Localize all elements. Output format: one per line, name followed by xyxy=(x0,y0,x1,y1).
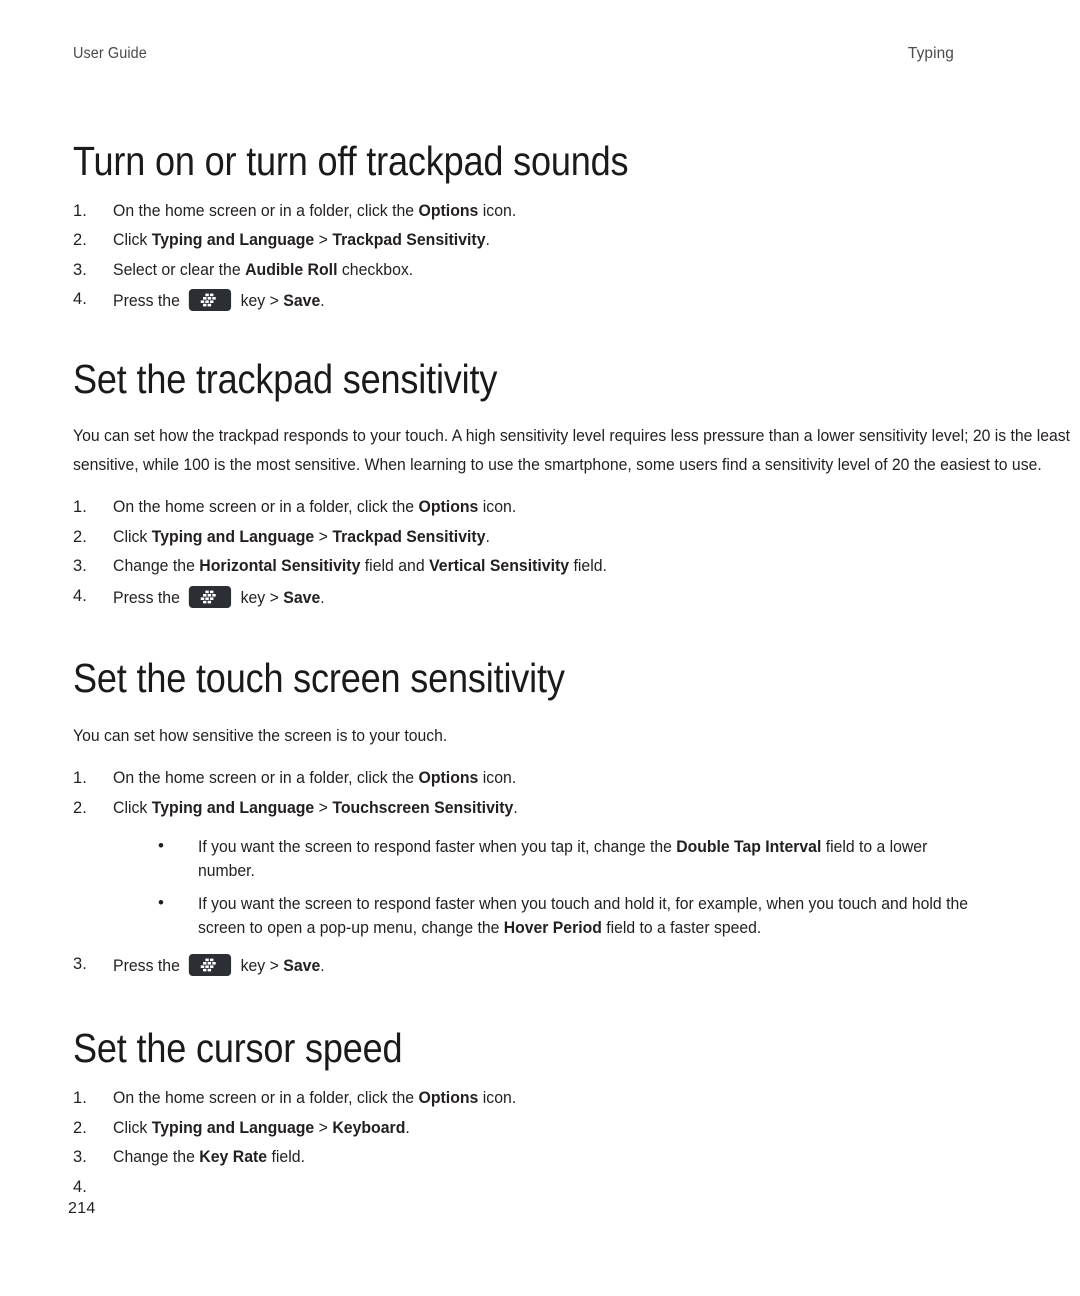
step-item xyxy=(73,1177,1021,1198)
step-item: On the home screen or in a folder, click… xyxy=(73,497,1021,518)
section-heading: Set the touch screen sensitivity xyxy=(73,655,565,702)
step-list: On the home screen or in a folder, click… xyxy=(73,1088,1021,1198)
step-text: On the home screen or in a folder, click… xyxy=(113,1089,517,1107)
step-text: On the home screen or in a folder, click… xyxy=(113,201,517,220)
step-text: Press the key > Save. xyxy=(113,953,325,977)
step-item: On the home screen or in a folder, click… xyxy=(73,1088,1021,1109)
blackberry-menu-key-icon xyxy=(189,289,232,312)
document-section: Set the cursor speed On the home screen o… xyxy=(73,985,1021,1197)
running-header: User Guide Typing xyxy=(73,45,954,67)
section-heading: Set the trackpad sensitivity xyxy=(73,355,498,402)
blackberry-menu-key-icon xyxy=(189,585,232,608)
step-text: Click Typing and Language > Touchscreen … xyxy=(113,798,518,817)
step-item: Click Typing and Language > Trackpad Sen… xyxy=(73,527,1021,548)
document-page: User Guide Typing Turn on or turn off tr… xyxy=(0,0,1080,1296)
step-text: Click Typing and Language > Keyboard. xyxy=(113,1118,410,1137)
step-item: Select or clear the Audible Roll checkbo… xyxy=(73,260,1021,281)
step-text: Press the key > Save. xyxy=(113,585,325,609)
step-text: On the home screen or in a folder, click… xyxy=(113,769,517,788)
step-item: On the home screen or in a folder, click… xyxy=(73,768,1021,789)
step-item: Press the key > Save. xyxy=(73,585,1021,609)
step-text: Click Typing and Language > Trackpad Sen… xyxy=(113,231,490,250)
sub-bullet-text: If you want the screen to respond faster… xyxy=(198,837,928,880)
step-item: Click Typing and Language > Touchscreen … xyxy=(73,798,1021,940)
section-heading: Turn on or turn off trackpad sounds xyxy=(73,138,629,184)
step-item: Change the Horizontal Sensitivity field … xyxy=(73,556,1021,577)
step-list: On the home screen or in a folder, click… xyxy=(73,497,1021,609)
step-item: Change the Key Rate field. xyxy=(73,1147,1021,1168)
section-heading: Set the cursor speed xyxy=(73,1025,403,1072)
running-header-left: User Guide xyxy=(73,45,147,62)
step-list: On the home screen or in a folder, click… xyxy=(73,201,1021,313)
step-text: Press the key > Save. xyxy=(113,289,325,312)
step-text: Select or clear the Audible Roll checkbo… xyxy=(113,260,414,279)
document-section: Set the trackpad sensitivity You can set … xyxy=(73,321,1070,609)
running-header-right: Typing xyxy=(907,45,954,62)
sub-bullet-item: If you want the screen to respond faster… xyxy=(113,834,1021,883)
step-text: Click Typing and Language > Trackpad Sen… xyxy=(113,527,490,546)
blackberry-menu-key-icon xyxy=(189,953,232,976)
page-number: 214 xyxy=(68,1200,96,1217)
step-list: On the home screen or in a folder, click… xyxy=(73,768,1021,977)
step-item: Click Typing and Language > Trackpad Sen… xyxy=(73,230,1021,251)
sub-bullet-text: If you want the screen to respond faster… xyxy=(198,894,968,937)
sub-bullet-item: If you want the screen to respond faster… xyxy=(113,891,1021,940)
document-section: Turn on or turn off trackpad sounds On th… xyxy=(73,140,1021,312)
sub-bullet-list: If you want the screen to respond faster… xyxy=(113,834,1021,940)
document-content: Turn on or turn off trackpad sounds On th… xyxy=(73,140,1070,1206)
section-paragraph: You can set how sensitive the screen is … xyxy=(73,726,448,745)
step-item: On the home screen or in a folder, click… xyxy=(73,201,1021,222)
section-paragraph: You can set how the trackpad responds to… xyxy=(73,427,1071,474)
step-item: Press the key > Save. xyxy=(73,953,1021,977)
step-item: Press the key > Save. xyxy=(73,289,1021,312)
step-text: On the home screen or in a folder, click… xyxy=(113,498,517,517)
step-text: Change the Horizontal Sensitivity field … xyxy=(113,557,607,576)
document-section: Set the touch screen sensitivity You can … xyxy=(73,617,1021,977)
step-item: Click Typing and Language > Keyboard. xyxy=(73,1118,1021,1139)
step-text: Change the Key Rate field. xyxy=(113,1148,305,1166)
